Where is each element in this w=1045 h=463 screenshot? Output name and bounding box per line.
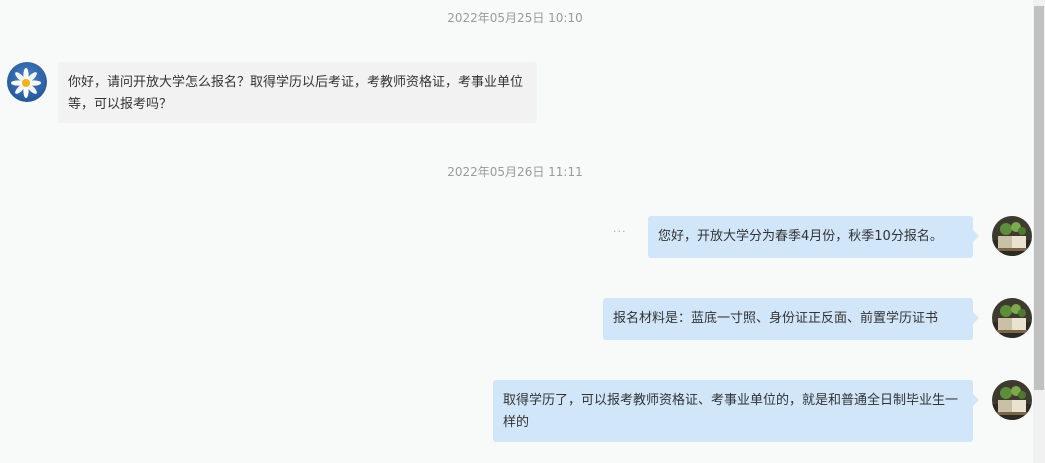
outgoing-message-bubble: 取得学历了，可以报考教师资格证、考事业单位的，就是和普通全日制毕业生一样的 <box>493 380 979 442</box>
outgoing-message-bubble: 您好，开放大学分为春季4月份，秋季10分报名。 <box>648 216 979 258</box>
chat-window: 2022年05月25日 10:10 你好，请问开放大学怎么报名？取得学历以后考证… <box>0 0 1033 463</box>
books-avatar-icon[interactable] <box>992 380 1032 420</box>
incoming-message-bubble: 你好，请问开放大学怎么报名？取得学历以后考证，考教师资格证，考事业单位等，可以报… <box>58 62 537 123</box>
message-timestamp: 2022年05月25日 10:10 <box>447 11 583 25</box>
outgoing-message-bubble: 报名材料是：蓝底一寸照、身份证正反面、前置学历证书 <box>603 298 979 340</box>
vertical-scrollbar[interactable] <box>1033 0 1045 463</box>
books-avatar-icon[interactable] <box>992 298 1032 338</box>
message-status-indicator: ··· <box>613 225 627 238</box>
daisy-avatar-icon[interactable] <box>7 62 47 102</box>
scrollbar-thumb[interactable] <box>1034 6 1044 390</box>
books-avatar-icon[interactable] <box>992 216 1032 256</box>
message-timestamp: 2022年05月26日 11:11 <box>447 165 583 179</box>
